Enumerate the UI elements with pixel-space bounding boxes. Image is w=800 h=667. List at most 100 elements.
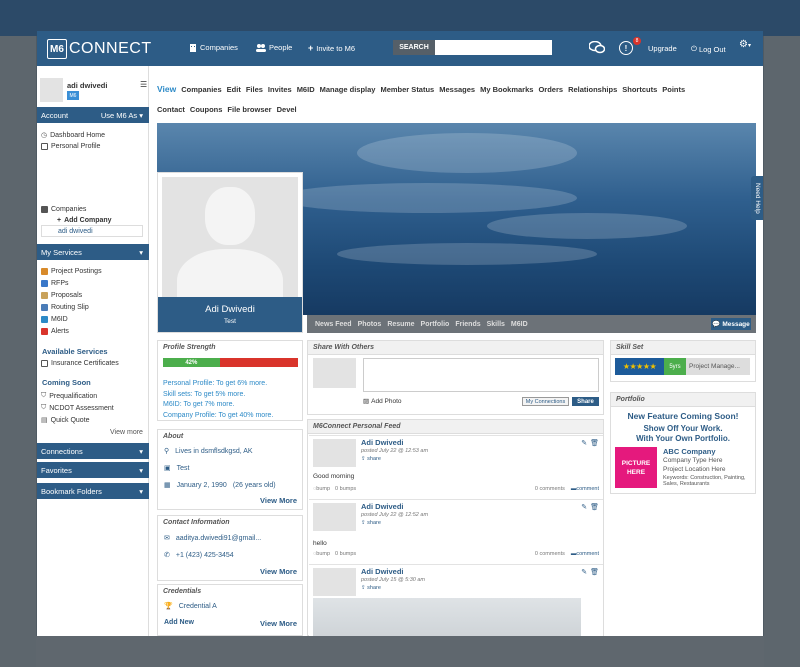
tip-m6id[interactable]: M6ID: To get 7% more. bbox=[163, 400, 273, 411]
tab-companies[interactable]: Companies bbox=[181, 85, 221, 94]
edit-icon[interactable]: ✎ bbox=[581, 568, 587, 576]
connections-header[interactable]: Connections ▾ bbox=[37, 443, 149, 459]
trash-icon[interactable]: 🗑 bbox=[590, 439, 599, 447]
services-header[interactable]: My Services ▾ bbox=[37, 244, 149, 260]
tab-skills[interactable]: Skills bbox=[487, 321, 505, 328]
tab-member-status[interactable]: Member Status bbox=[380, 85, 434, 94]
contact-phone[interactable]: ✆ +1 (423) 425-3454 bbox=[164, 551, 234, 560]
post-image[interactable] bbox=[313, 598, 581, 636]
sidebar-item-selected-profile[interactable]: adi dwivedi bbox=[41, 225, 143, 237]
trash-icon[interactable]: 🗑 bbox=[590, 568, 599, 576]
sidebar-item-dashboard[interactable]: ◷ Dashboard Home bbox=[41, 131, 105, 140]
sidebar-item-quick-quote[interactable]: ▤ Quick Quote bbox=[41, 416, 90, 425]
comment-button[interactable]: ▬comment bbox=[571, 551, 599, 557]
need-help-tab[interactable]: Need Help bbox=[751, 176, 763, 220]
tab-resume[interactable]: Resume bbox=[387, 321, 414, 328]
sidebar-item-proposals[interactable]: Proposals bbox=[41, 292, 82, 299]
tab-files[interactable]: Files bbox=[246, 85, 263, 94]
logout-link[interactable]: ⏻ Log Out bbox=[691, 44, 726, 54]
sidebar-item-prequalification[interactable]: ⛉ Prequalification bbox=[41, 392, 97, 400]
add-photo-button[interactable]: ▨ Add Photo bbox=[363, 397, 402, 406]
account-header[interactable]: Account Use M6 As ▾ bbox=[37, 107, 149, 123]
tab-my-bookmarks[interactable]: My Bookmarks bbox=[480, 85, 533, 94]
bump-button[interactable]: ◌bump bbox=[313, 486, 330, 492]
use-as-dropdown[interactable]: Use M6 As ▾ bbox=[101, 111, 143, 120]
trash-icon[interactable]: 🗑 bbox=[590, 503, 599, 511]
nav-invite[interactable]: + Invite to M6 bbox=[308, 43, 355, 53]
bookmark-folders-header[interactable]: Bookmark Folders ▾ bbox=[37, 483, 149, 499]
post-author[interactable]: Adi Dwivedi bbox=[361, 567, 404, 576]
menu-icon[interactable]: ☰ bbox=[140, 80, 147, 89]
gear-icon[interactable]: ⚙▾ bbox=[739, 39, 751, 50]
tab-edit[interactable]: Edit bbox=[227, 85, 241, 94]
sidebar-item-personal-profile[interactable]: Personal Profile bbox=[41, 143, 100, 150]
nav-companies[interactable]: Companies bbox=[189, 43, 238, 52]
tab-photos[interactable]: Photos bbox=[358, 321, 382, 328]
share-button[interactable]: Share bbox=[572, 397, 599, 406]
profile-photo[interactable] bbox=[162, 177, 298, 297]
tab-invites[interactable]: Invites bbox=[268, 85, 292, 94]
profile-strength-fill: 42% bbox=[163, 358, 220, 367]
credential-item[interactable]: 🏆 Credential A bbox=[164, 602, 217, 611]
tab-news-feed[interactable]: News Feed bbox=[315, 321, 352, 328]
post-author[interactable]: Adi Dwivedi bbox=[361, 438, 404, 447]
contact-email[interactable]: ✉ aaditya.dwivedi91@gmail... bbox=[164, 534, 261, 543]
about-view-more[interactable]: View More bbox=[260, 496, 297, 505]
tab-messages[interactable]: Messages bbox=[439, 85, 475, 94]
nav-people[interactable]: People bbox=[256, 43, 292, 52]
share-textarea[interactable] bbox=[363, 358, 599, 392]
credentials-view-more[interactable]: View More bbox=[260, 619, 297, 628]
tab-shortcuts[interactable]: Shortcuts bbox=[622, 85, 657, 94]
skill-chip[interactable]: ★★★★★ 5yrs Project Manage... bbox=[615, 358, 750, 375]
sidebar-item-rfps[interactable]: RFPs bbox=[41, 280, 69, 287]
post-share[interactable]: ⇪ share bbox=[361, 585, 381, 591]
tab-coupons[interactable]: Coupons bbox=[190, 105, 223, 114]
tip-skill-sets[interactable]: Skill sets: To get 5% more. bbox=[163, 390, 273, 401]
sidebar-item-routing-slip[interactable]: Routing Slip bbox=[41, 304, 89, 311]
user-card[interactable]: adi dwivedi M6 ☰ bbox=[40, 78, 147, 102]
sidebar-item-ncdot[interactable]: ⛉ NCDOT Assessment bbox=[41, 404, 114, 412]
tab-relationships[interactable]: Relationships bbox=[568, 85, 617, 94]
search-button[interactable]: SEARCH bbox=[393, 40, 435, 55]
search-input[interactable] bbox=[435, 40, 552, 55]
post-share[interactable]: ⇪ share bbox=[361, 520, 381, 526]
tab-contact[interactable]: Contact bbox=[157, 105, 185, 114]
comment-button[interactable]: ▬comment bbox=[571, 486, 599, 492]
contact-view-more[interactable]: View More bbox=[260, 567, 297, 576]
tab-portfolio[interactable]: Portfolio bbox=[421, 321, 450, 328]
upgrade-link[interactable]: Upgrade bbox=[648, 44, 677, 53]
add-company-link[interactable]: + Add Company bbox=[57, 217, 112, 224]
tip-personal-profile[interactable]: Personal Profile: To get 6% more. bbox=[163, 379, 273, 390]
sidebar-item-companies[interactable]: Companies bbox=[41, 206, 86, 213]
sidebar-view-more[interactable]: View more bbox=[110, 429, 143, 436]
tab-profile-m6id[interactable]: M6ID bbox=[511, 321, 528, 328]
sidebar-item-m6id[interactable]: M6ID bbox=[41, 316, 68, 323]
message-button[interactable]: 💬 Message bbox=[711, 318, 751, 330]
tab-manage-display[interactable]: Manage display bbox=[320, 85, 376, 94]
edit-icon[interactable]: ✎ bbox=[581, 439, 587, 447]
add-credential-link[interactable]: Add New bbox=[164, 619, 194, 626]
sidebar-item-alerts[interactable]: Alerts bbox=[41, 328, 69, 335]
tab-friends[interactable]: Friends bbox=[455, 321, 480, 328]
tab-view[interactable]: View bbox=[157, 84, 176, 94]
tip-company-profile[interactable]: Company Profile: To get 40% more. bbox=[163, 411, 273, 422]
post-share[interactable]: ⇪ share bbox=[361, 456, 381, 462]
tab-orders[interactable]: Orders bbox=[538, 85, 563, 94]
portfolio-company[interactable]: ABC Company bbox=[663, 447, 716, 456]
chat-icon[interactable] bbox=[588, 40, 606, 56]
alert-icon[interactable]: ! bbox=[619, 41, 633, 55]
tab-m6id[interactable]: M6ID bbox=[297, 85, 315, 94]
sidebar-item-project-postings[interactable]: Project Postings bbox=[41, 268, 102, 275]
sidebar-item-label: NCDOT Assessment bbox=[49, 404, 114, 412]
sidebar-item-insurance[interactable]: Insurance Certificates bbox=[41, 360, 119, 367]
edit-icon[interactable]: ✎ bbox=[581, 503, 587, 511]
my-connections-select[interactable]: My Connections bbox=[522, 397, 569, 406]
tab-devel[interactable]: Devel bbox=[277, 105, 297, 114]
favorites-header[interactable]: Favorites ▾ bbox=[37, 462, 149, 478]
tab-points[interactable]: Points bbox=[662, 85, 685, 94]
logo[interactable]: M6 CONNECT bbox=[47, 39, 152, 59]
post-author[interactable]: Adi Dwivedi bbox=[361, 502, 404, 511]
portfolio-picture[interactable]: PICTURE HERE bbox=[615, 447, 657, 488]
bump-button[interactable]: ◌bump bbox=[313, 551, 330, 557]
tab-file-browser[interactable]: File browser bbox=[227, 105, 271, 114]
